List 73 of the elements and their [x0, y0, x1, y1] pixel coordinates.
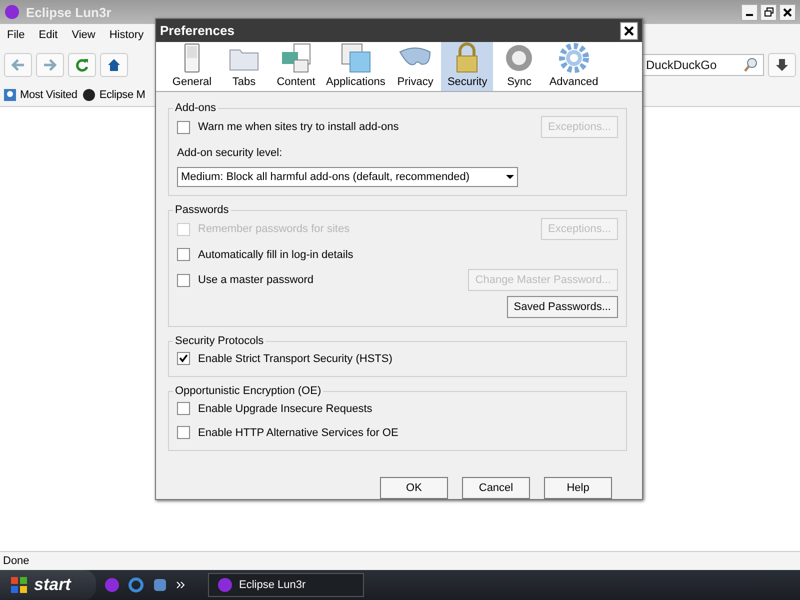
field-label: Add-on security level:: [177, 146, 282, 158]
reload-icon: [75, 58, 89, 72]
check-icon: [179, 354, 188, 363]
checkbox[interactable]: [177, 248, 190, 261]
pane-tab[interactable]: Privacy: [389, 42, 442, 91]
home-icon: [107, 58, 121, 72]
group-title: Opportunistic Encryption (OE): [174, 385, 322, 397]
window-title: Eclipse Lun3r: [26, 4, 112, 20]
pane-tab[interactable]: Content: [270, 42, 322, 91]
browser-icon: [128, 577, 144, 593]
close-button[interactable]: [620, 22, 638, 40]
app-icon: [152, 577, 168, 593]
close-icon: [624, 26, 634, 36]
dialog-button[interactable]: OK: [380, 477, 448, 499]
dialog-button[interactable]: Help: [544, 477, 612, 499]
close-icon: [783, 8, 792, 16]
menu-item[interactable]: File: [7, 29, 25, 41]
flag-logo: [10, 576, 28, 594]
dialog-button[interactable]: Cancel: [462, 477, 530, 499]
checkbox-label: Automatically fill in log-in details: [198, 248, 354, 260]
pane-tab[interactable]: Tabs: [218, 42, 270, 91]
pane-tab[interactable]: Applications: [322, 42, 390, 91]
pane-tab[interactable]: Sync: [493, 42, 546, 91]
checkbox[interactable]: [177, 274, 190, 286]
checkbox[interactable]: [177, 402, 190, 415]
dropdown[interactable]: Medium: Block all harmful add-ons (default, recommended): [177, 167, 518, 187]
status-text: Done: [3, 555, 30, 567]
search-field[interactable]: DuckDuckGo: [642, 54, 764, 76]
taskbar-button[interactable]: Eclipse Lun3r: [208, 573, 364, 597]
forward-arrow-icon: [43, 59, 57, 71]
start-button[interactable]: start: [0, 570, 96, 600]
search-icon: [743, 57, 759, 73]
pane-tab[interactable]: Security: [441, 42, 494, 91]
back-button[interactable]: [4, 53, 32, 77]
restore-icon: [764, 7, 774, 17]
download-button[interactable]: [768, 53, 796, 77]
reload-button[interactable]: [68, 53, 96, 77]
menu-item[interactable]: Edit: [38, 29, 58, 41]
app-icon: [4, 4, 20, 20]
pane-tab[interactable]: Advanced: [545, 42, 602, 91]
bookmark-link[interactable]: Most Visited: [3, 88, 78, 102]
checkbox[interactable]: [177, 352, 190, 365]
checkbox-label: Use a master password: [198, 274, 314, 286]
dialog-button[interactable]: Saved Passwords...: [506, 296, 618, 318]
checkbox-label: Enable HTTP Alternative Services for OE: [198, 426, 398, 438]
group-title: Add-ons: [174, 102, 217, 114]
pane-tab[interactable]: General: [166, 42, 218, 91]
menu-item[interactable]: View: [72, 29, 96, 41]
app-icon: [217, 577, 233, 593]
minimize-button[interactable]: [741, 4, 758, 20]
home-button[interactable]: [100, 53, 128, 77]
site-icon: [82, 88, 96, 102]
checkbox-label: Warn me when sites try to install add-ons: [198, 121, 399, 133]
bookmark-link[interactable]: Eclipse M: [82, 88, 146, 102]
chevron-icon[interactable]: [176, 580, 186, 590]
minimize-icon: [746, 14, 753, 16]
restore-button[interactable]: [760, 4, 777, 20]
checkbox[interactable]: [177, 120, 190, 134]
app-icon: [104, 577, 120, 593]
bookmark-folder-icon: [3, 88, 17, 102]
close-button[interactable]: [779, 4, 796, 20]
checkbox[interactable]: [177, 426, 190, 439]
back-arrow-icon: [11, 59, 25, 71]
checkbox-label: Remember passwords for sites: [198, 223, 350, 235]
checkbox-label: Enable Upgrade Insecure Requests: [198, 402, 372, 414]
group-title: Passwords: [174, 204, 230, 216]
group-title: Security Protocols: [174, 335, 265, 347]
download-icon: [775, 58, 789, 72]
forward-button[interactable]: [36, 53, 64, 77]
dialog-title: Preferences: [160, 23, 234, 38]
checkbox-label: Enable Strict Transport Security (HSTS): [198, 352, 392, 364]
window-icon: [340, 42, 372, 74]
menu-item[interactable]: History: [109, 29, 144, 41]
